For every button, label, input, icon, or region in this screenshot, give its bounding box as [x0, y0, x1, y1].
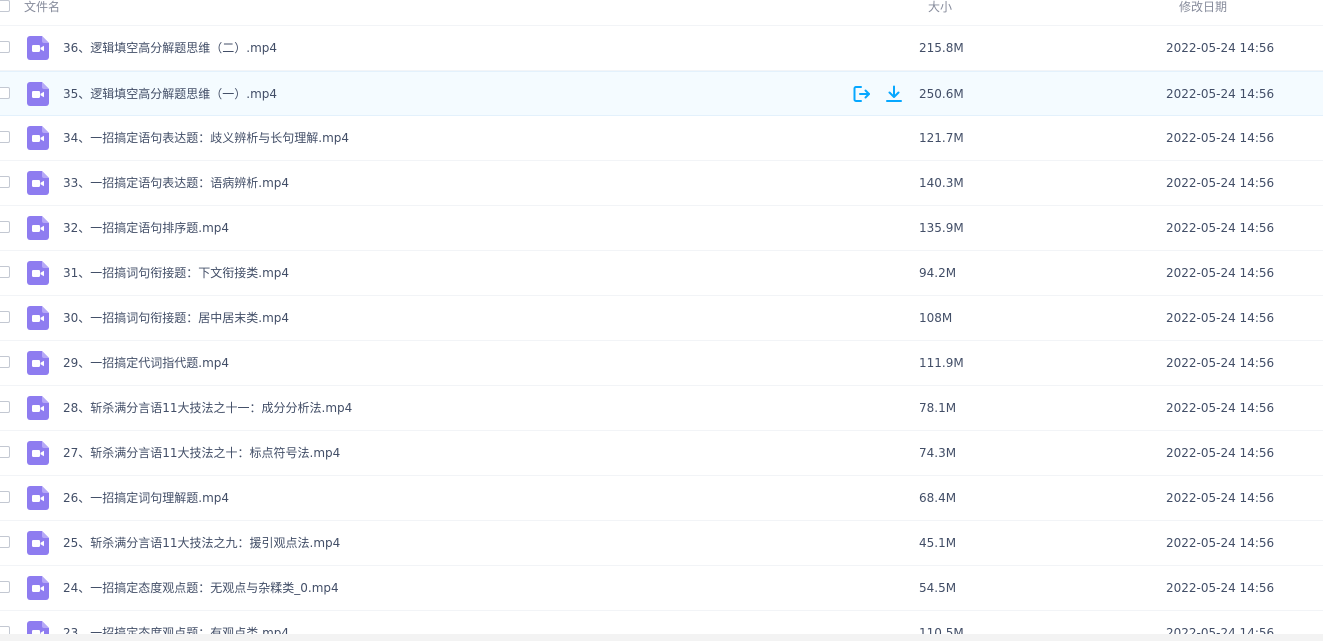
file-row[interactable]: 31、一招搞词句衔接题：下文衔接类.mp4 94.2M 2022-05-24 14:… — [0, 251, 1323, 296]
file-row[interactable]: 30、一招搞词句衔接题：居中居末类.mp4 108M 2022-05-24 14:5… — [0, 296, 1323, 341]
file-name[interactable]: 35、逻辑填空高分解题思维（一）.mp4 — [63, 87, 277, 101]
file-size: 94.2M — [919, 266, 957, 280]
row-checkbox[interactable] — [0, 41, 10, 53]
video-file-icon — [27, 261, 49, 285]
video-file-icon — [27, 216, 49, 240]
file-name[interactable]: 36、逻辑填空高分解题思维（二）.mp4 — [63, 41, 277, 55]
file-size: 250.6M — [919, 87, 964, 101]
file-row[interactable]: 24、一招搞定态度观点题：无观点与杂糅类_0.mp4 54.5M 2022-05-2… — [0, 566, 1323, 611]
video-file-icon — [27, 486, 49, 510]
file-name[interactable]: 34、一招搞定语句表达题：歧义辨析与长句理解.mp4 — [63, 131, 349, 145]
file-modified-date: 2022-05-24 14:56 — [1166, 266, 1275, 280]
file-name[interactable]: 33、一招搞定语句表达题：语病辨析.mp4 — [63, 176, 289, 190]
video-file-icon — [27, 171, 49, 195]
video-file-icon — [27, 441, 49, 465]
download-icon[interactable] — [884, 84, 904, 104]
share-icon[interactable] — [852, 84, 872, 104]
file-modified-date: 2022-05-24 14:56 — [1166, 87, 1275, 101]
file-name[interactable]: 26、一招搞定词句理解题.mp4 — [63, 491, 229, 505]
file-modified-date: 2022-05-24 14:56 — [1166, 491, 1275, 505]
file-row[interactable]: 27、斩杀满分言语11大技法之十：标点符号法.mp4 74.3M 2022-05-2… — [0, 431, 1323, 476]
file-name[interactable]: 25、斩杀满分言语11大技法之九：援引观点法.mp4 — [63, 536, 340, 550]
file-row[interactable]: 28、斩杀满分言语11大技法之十一：成分分析法.mp4 78.1M 2022-05-… — [0, 386, 1323, 431]
file-size: 108M — [919, 311, 953, 325]
file-rows: 36、逻辑填空高分解题思维（二）.mp4 215.8M 2022-05-24 14:… — [0, 26, 1323, 641]
file-row[interactable]: 33、一招搞定语句表达题：语病辨析.mp4 140.3M 2022-05-24 14… — [0, 161, 1323, 206]
file-size: 78.1M — [919, 401, 957, 415]
video-file-icon — [27, 576, 49, 600]
file-modified-date: 2022-05-24 14:56 — [1166, 581, 1275, 595]
file-modified-date: 2022-05-24 14:56 — [1166, 176, 1275, 190]
row-checkbox[interactable] — [0, 87, 10, 99]
file-size: 140.3M — [919, 176, 964, 190]
video-file-icon — [27, 351, 49, 375]
row-checkbox[interactable] — [0, 401, 10, 413]
file-modified-date: 2022-05-24 14:56 — [1166, 356, 1275, 370]
file-modified-date: 2022-05-24 14:56 — [1166, 446, 1275, 460]
file-modified-date: 2022-05-24 14:56 — [1166, 131, 1275, 145]
file-row[interactable]: 25、斩杀满分言语11大技法之九：援引观点法.mp4 45.1M 2022-05-2… — [0, 521, 1323, 566]
column-header-date[interactable]: 修改日期 — [1179, 0, 1227, 14]
row-checkbox[interactable] — [0, 311, 10, 323]
video-file-icon — [27, 531, 49, 555]
file-name[interactable]: 29、一招搞定代词指代题.mp4 — [63, 356, 229, 370]
file-modified-date: 2022-05-24 14:56 — [1166, 311, 1275, 325]
file-name[interactable]: 27、斩杀满分言语11大技法之十：标点符号法.mp4 — [63, 446, 340, 460]
file-row[interactable]: 34、一招搞定语句表达题：歧义辨析与长句理解.mp4 121.7M 2022-05-… — [0, 116, 1323, 161]
file-row[interactable]: 32、一招搞定语句排序题.mp4 135.9M 2022-05-24 14:56 — [0, 206, 1323, 251]
row-checkbox[interactable] — [0, 491, 10, 503]
file-name[interactable]: 31、一招搞词句衔接题：下文衔接类.mp4 — [63, 266, 289, 280]
file-size: 74.3M — [919, 446, 957, 460]
video-file-icon — [27, 36, 49, 60]
file-size: 135.9M — [919, 221, 964, 235]
file-size: 54.5M — [919, 581, 957, 595]
video-file-icon — [27, 82, 49, 106]
file-name[interactable]: 30、一招搞词句衔接题：居中居末类.mp4 — [63, 311, 289, 325]
column-header-name[interactable]: 文件名 — [24, 0, 60, 14]
file-list: 文件名 大小 修改日期 36、逻辑填空高分解题思维（二）.mp4 215.8M 20… — [0, 0, 1323, 641]
file-size: 68.4M — [919, 491, 957, 505]
file-modified-date: 2022-05-24 14:56 — [1166, 41, 1275, 55]
list-header: 文件名 大小 修改日期 — [0, 0, 1323, 26]
row-checkbox[interactable] — [0, 176, 10, 188]
row-checkbox[interactable] — [0, 581, 10, 593]
row-checkbox[interactable] — [0, 221, 10, 233]
file-modified-date: 2022-05-24 14:56 — [1166, 401, 1275, 415]
file-name[interactable]: 28、斩杀满分言语11大技法之十一：成分分析法.mp4 — [63, 401, 352, 415]
file-row[interactable]: 36、逻辑填空高分解题思维（二）.mp4 215.8M 2022-05-24 14:… — [0, 26, 1323, 71]
file-size: 111.9M — [919, 356, 964, 370]
row-checkbox[interactable] — [0, 446, 10, 458]
file-row[interactable]: 35、逻辑填空高分解题思维（一）.mp4 250.6M 2022-05-24 14:… — [0, 71, 1323, 116]
row-checkbox[interactable] — [0, 536, 10, 548]
file-size: 45.1M — [919, 536, 957, 550]
video-file-icon — [27, 306, 49, 330]
column-header-size[interactable]: 大小 — [928, 0, 952, 14]
file-name[interactable]: 32、一招搞定语句排序题.mp4 — [63, 221, 229, 235]
file-modified-date: 2022-05-24 14:56 — [1166, 536, 1275, 550]
row-actions — [852, 84, 904, 104]
select-all-checkbox[interactable] — [0, 0, 10, 12]
file-row[interactable]: 26、一招搞定词句理解题.mp4 68.4M 2022-05-24 14:56 — [0, 476, 1323, 521]
file-size: 215.8M — [919, 41, 964, 55]
file-row[interactable]: 29、一招搞定代词指代题.mp4 111.9M 2022-05-24 14:56 — [0, 341, 1323, 386]
video-file-icon — [27, 126, 49, 150]
row-checkbox[interactable] — [0, 356, 10, 368]
file-size: 121.7M — [919, 131, 964, 145]
row-checkbox[interactable] — [0, 131, 10, 143]
file-name[interactable]: 24、一招搞定态度观点题：无观点与杂糅类_0.mp4 — [63, 581, 339, 595]
video-file-icon — [27, 396, 49, 420]
horizontal-scrollbar[interactable] — [0, 634, 1323, 641]
row-checkbox[interactable] — [0, 266, 10, 278]
file-modified-date: 2022-05-24 14:56 — [1166, 221, 1275, 235]
